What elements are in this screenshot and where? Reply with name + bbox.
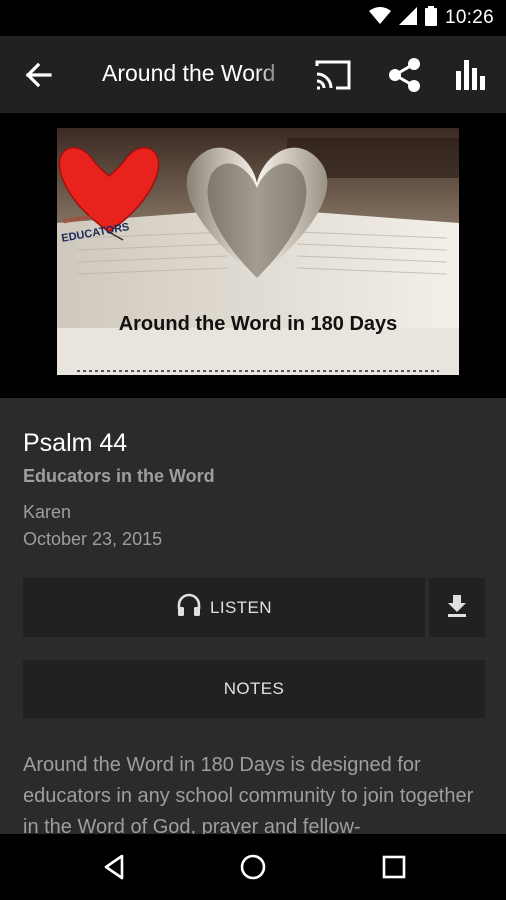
- toolbar-title: Around the Word: [102, 60, 290, 92]
- episode-title: Psalm 44: [23, 429, 128, 457]
- wifi-icon: [368, 6, 391, 30]
- status-icons: 10:26: [368, 5, 494, 31]
- listen-button[interactable]: LISTEN: [23, 578, 425, 637]
- download-button[interactable]: [429, 578, 485, 637]
- status-bar: 10:26: [0, 0, 506, 36]
- notes-label: NOTES: [223, 679, 285, 698]
- back-arrow-icon[interactable]: [20, 59, 58, 91]
- nav-home-icon[interactable]: [239, 853, 267, 881]
- episode-artwork: Christian EDUCATORS Around the Word in 1…: [57, 128, 459, 375]
- episode-artwork-panel: Christian EDUCATORS Around the Word in 1…: [0, 113, 506, 398]
- download-icon: [444, 592, 470, 623]
- listen-label: LISTEN: [210, 597, 272, 617]
- episode-date: October 23, 2015: [23, 529, 163, 549]
- episode-description: Around the Word in 180 Days is designed …: [23, 754, 474, 834]
- notes-button[interactable]: NOTES: [23, 660, 485, 718]
- cast-icon[interactable]: [314, 58, 352, 92]
- podcast-name[interactable]: Educators in the Word: [23, 466, 215, 487]
- app-toolbar: Around the Word: [0, 36, 506, 113]
- stats-icon[interactable]: [455, 56, 491, 94]
- episode-author: Karen: [23, 502, 72, 522]
- cell-signal-icon: [398, 6, 417, 30]
- headphones-icon: [176, 593, 202, 622]
- artwork-caption: Around the Word in 180 Days: [118, 313, 398, 335]
- system-nav-bar: [0, 834, 506, 900]
- battery-icon: [424, 5, 437, 31]
- nav-back-icon[interactable]: [100, 853, 128, 881]
- share-icon[interactable]: [386, 56, 424, 94]
- nav-recents-icon[interactable]: [380, 853, 408, 881]
- clock: 10:26: [444, 7, 494, 28]
